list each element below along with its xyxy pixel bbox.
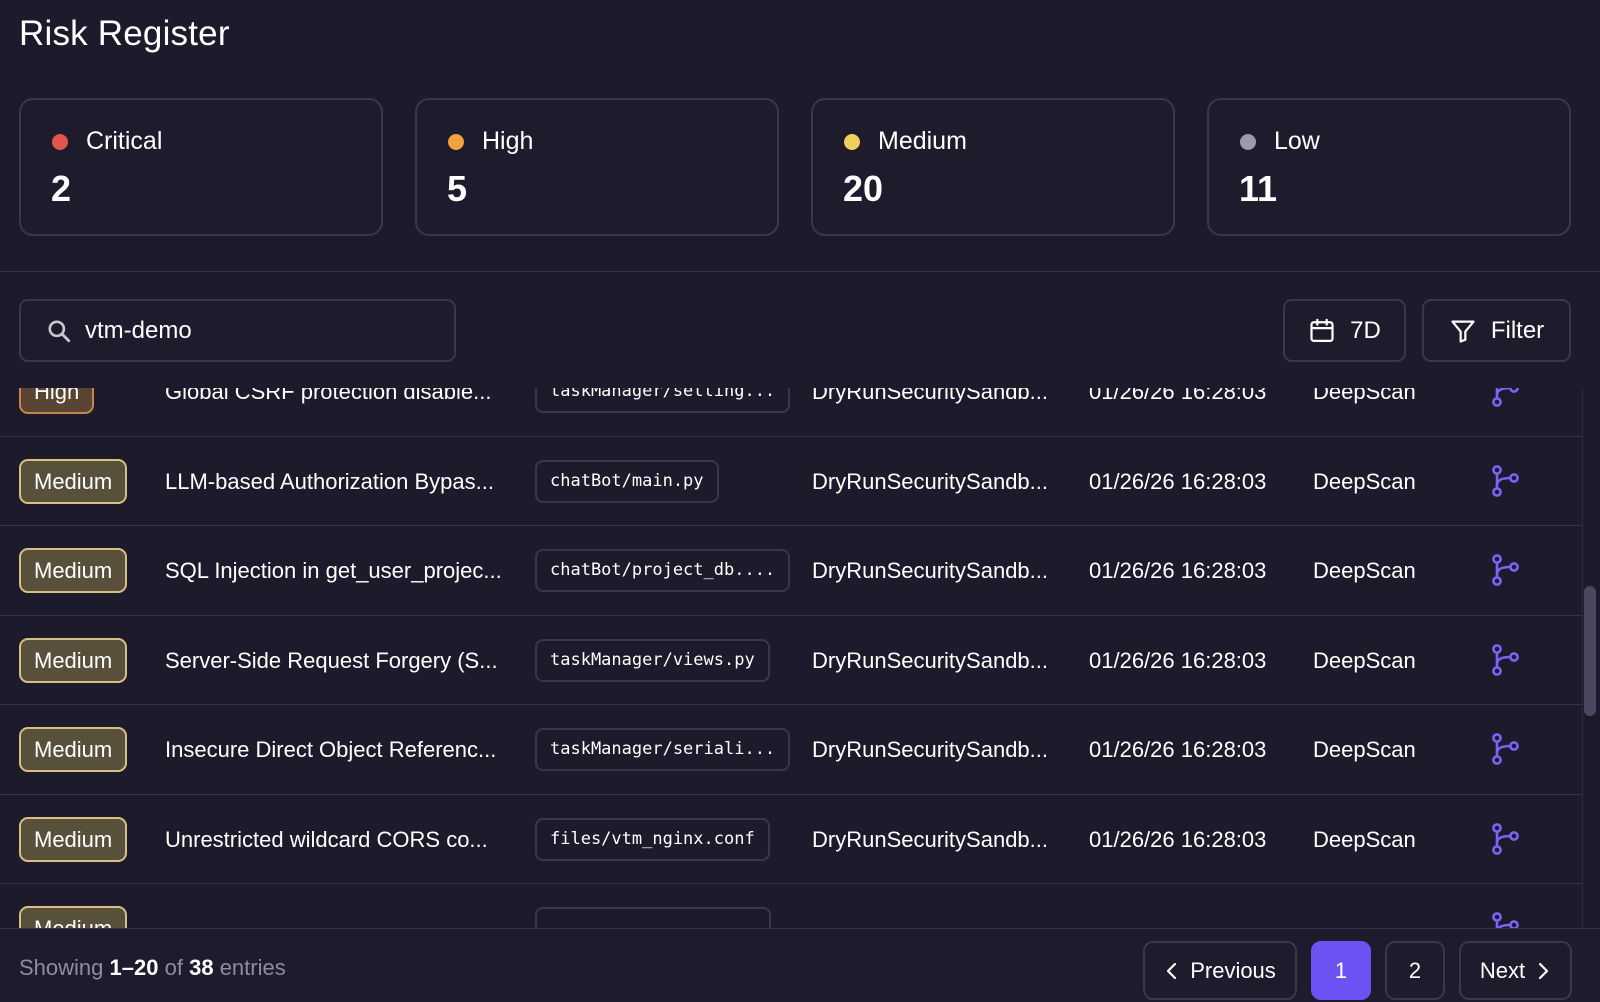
file-path-chip: taskManager/setting... [535,388,791,413]
scan-source: DeepScan [1313,647,1416,673]
next-label: Next [1479,957,1526,983]
stat-value: 2 [51,168,72,209]
stat-card-critical[interactable]: Critical 2 [19,98,383,236]
detected-timestamp: 01/26/26 16:28:03 [1089,647,1267,673]
page-2-button[interactable]: 2 [1385,941,1445,1000]
detected-timestamp: 01/26/26 16:28:03 [1089,558,1267,583]
scan-source: DeepScan [1313,468,1416,494]
detected-timestamp: 01/26/26 16:28:03 [1089,468,1267,494]
stat-label: Critical [86,127,163,155]
file-path-chip: chatBot/main.py [535,459,719,503]
git-branch-icon[interactable] [1489,642,1521,678]
table-row[interactable]: Medium Unrestricted wildcard CORS co... fi… [0,795,1582,884]
stat-label: Low [1274,127,1320,155]
git-branch-icon[interactable] [1489,552,1521,588]
page-title: Risk Register [19,14,230,53]
stat-value: 20 [843,168,884,209]
low-dot-icon [1240,134,1256,150]
medium-dot-icon [844,134,860,150]
stat-label: Medium [878,127,967,155]
next-page-button[interactable]: Next [1459,941,1572,1000]
stat-card-medium[interactable]: Medium 20 [811,98,1175,236]
calendar-icon [1310,318,1334,342]
scan-source: DeepScan [1313,737,1416,762]
showing-prefix: Showing [19,955,104,980]
search-icon [48,320,71,343]
scan-source: DeepScan [1313,388,1416,404]
git-branch-icon[interactable] [1489,910,1521,928]
high-dot-icon [448,134,464,150]
stat-label: High [482,127,534,155]
filter-icon [1451,320,1475,343]
previous-page-button[interactable]: Previous [1143,941,1297,1000]
git-branch-icon[interactable] [1489,463,1521,499]
detected-timestamp: 01/26/26 16:28:03 [1089,388,1267,404]
severity-badge: Medium [19,458,128,504]
table-row[interactable]: Medium SQL Injection in get_user_projec..… [0,526,1582,616]
repository-name: DryRunSecuritySandb... [812,388,1048,404]
risk-title[interactable]: Unrestricted wildcard CORS co... [165,827,488,853]
git-branch-icon[interactable] [1489,731,1521,767]
section-divider [0,271,1600,272]
file-path-chip: chatBot/project_db.... [535,549,791,592]
table-row[interactable]: High Global CSRF protection disable... tas… [0,388,1582,437]
entries-range: 1–20 [109,955,159,980]
filter-button[interactable]: Filter [1422,299,1571,362]
entries-total: 38 [189,955,214,980]
repository-name: DryRunSecuritySandb... [812,468,1048,494]
date-range-label: 7D [1350,316,1381,344]
search-input[interactable] [85,309,445,353]
stat-card-low[interactable]: Low 11 [1207,98,1571,236]
scrollbar-thumb[interactable] [1584,586,1596,716]
table-row[interactable]: Medium [0,884,1582,928]
severity-summary: Critical 2 High 5 Medium 20 Low 11 [19,98,1571,236]
entries-summary: Showing 1–20 of 38 entries [19,955,286,981]
file-path-chip: taskManager/seriali... [535,728,791,771]
risk-title[interactable]: Insecure Direct Object Referenc... [165,737,496,763]
scan-source: DeepScan [1313,558,1416,583]
risk-title[interactable]: Server-Side Request Forgery (S... [165,648,498,674]
repository-name: DryRunSecuritySandb... [812,826,1048,852]
filter-label: Filter [1490,316,1545,344]
chevron-left-icon [1167,962,1177,979]
detected-timestamp: 01/26/26 16:28:03 [1089,826,1267,852]
of-text: of [164,955,183,980]
severity-badge: Medium [19,906,128,928]
file-path-chip: files/vtm_nginx.conf [535,817,770,861]
entries-suffix: entries [219,955,286,980]
file-path-chip [535,907,771,928]
date-range-button[interactable]: 7D [1283,299,1406,362]
stat-card-high[interactable]: High 5 [415,98,779,236]
critical-dot-icon [52,134,68,150]
severity-badge: High [19,388,95,414]
severity-badge: Medium [19,637,128,683]
table-row[interactable]: Medium Insecure Direct Object Referenc...… [0,705,1582,795]
severity-badge: Medium [19,727,128,772]
table-footer: Showing 1–20 of 38 entries Previous 1 2 … [0,928,1600,1002]
stat-value: 11 [1239,168,1278,209]
table-row[interactable]: Medium LLM-based Authorization Bypas... ch… [0,437,1582,526]
risk-title[interactable]: LLM-based Authorization Bypas... [165,469,494,495]
risk-table[interactable]: High Global CSRF protection disable... tas… [0,388,1582,928]
severity-badge: Medium [19,548,128,593]
risk-title[interactable]: SQL Injection in get_user_projec... [165,558,502,584]
repository-name: DryRunSecuritySandb... [812,647,1048,673]
repository-name: DryRunSecuritySandb... [812,558,1048,583]
page-1-button[interactable]: 1 [1311,941,1371,1000]
repository-name: DryRunSecuritySandb... [812,737,1048,762]
risk-title[interactable]: Global CSRF protection disable... [165,388,492,405]
detected-timestamp: 01/26/26 16:28:03 [1089,737,1267,762]
stat-value: 5 [447,168,468,209]
chevron-right-icon [1539,962,1549,979]
table-row[interactable]: Medium Server-Side Request Forgery (S... t… [0,616,1582,705]
git-branch-icon[interactable] [1489,821,1521,857]
git-branch-icon[interactable] [1489,388,1521,409]
severity-badge: Medium [19,816,128,862]
scan-source: DeepScan [1313,826,1416,852]
previous-label: Previous [1190,957,1276,983]
search-box[interactable] [19,299,456,362]
file-path-chip: taskManager/views.py [535,638,770,682]
